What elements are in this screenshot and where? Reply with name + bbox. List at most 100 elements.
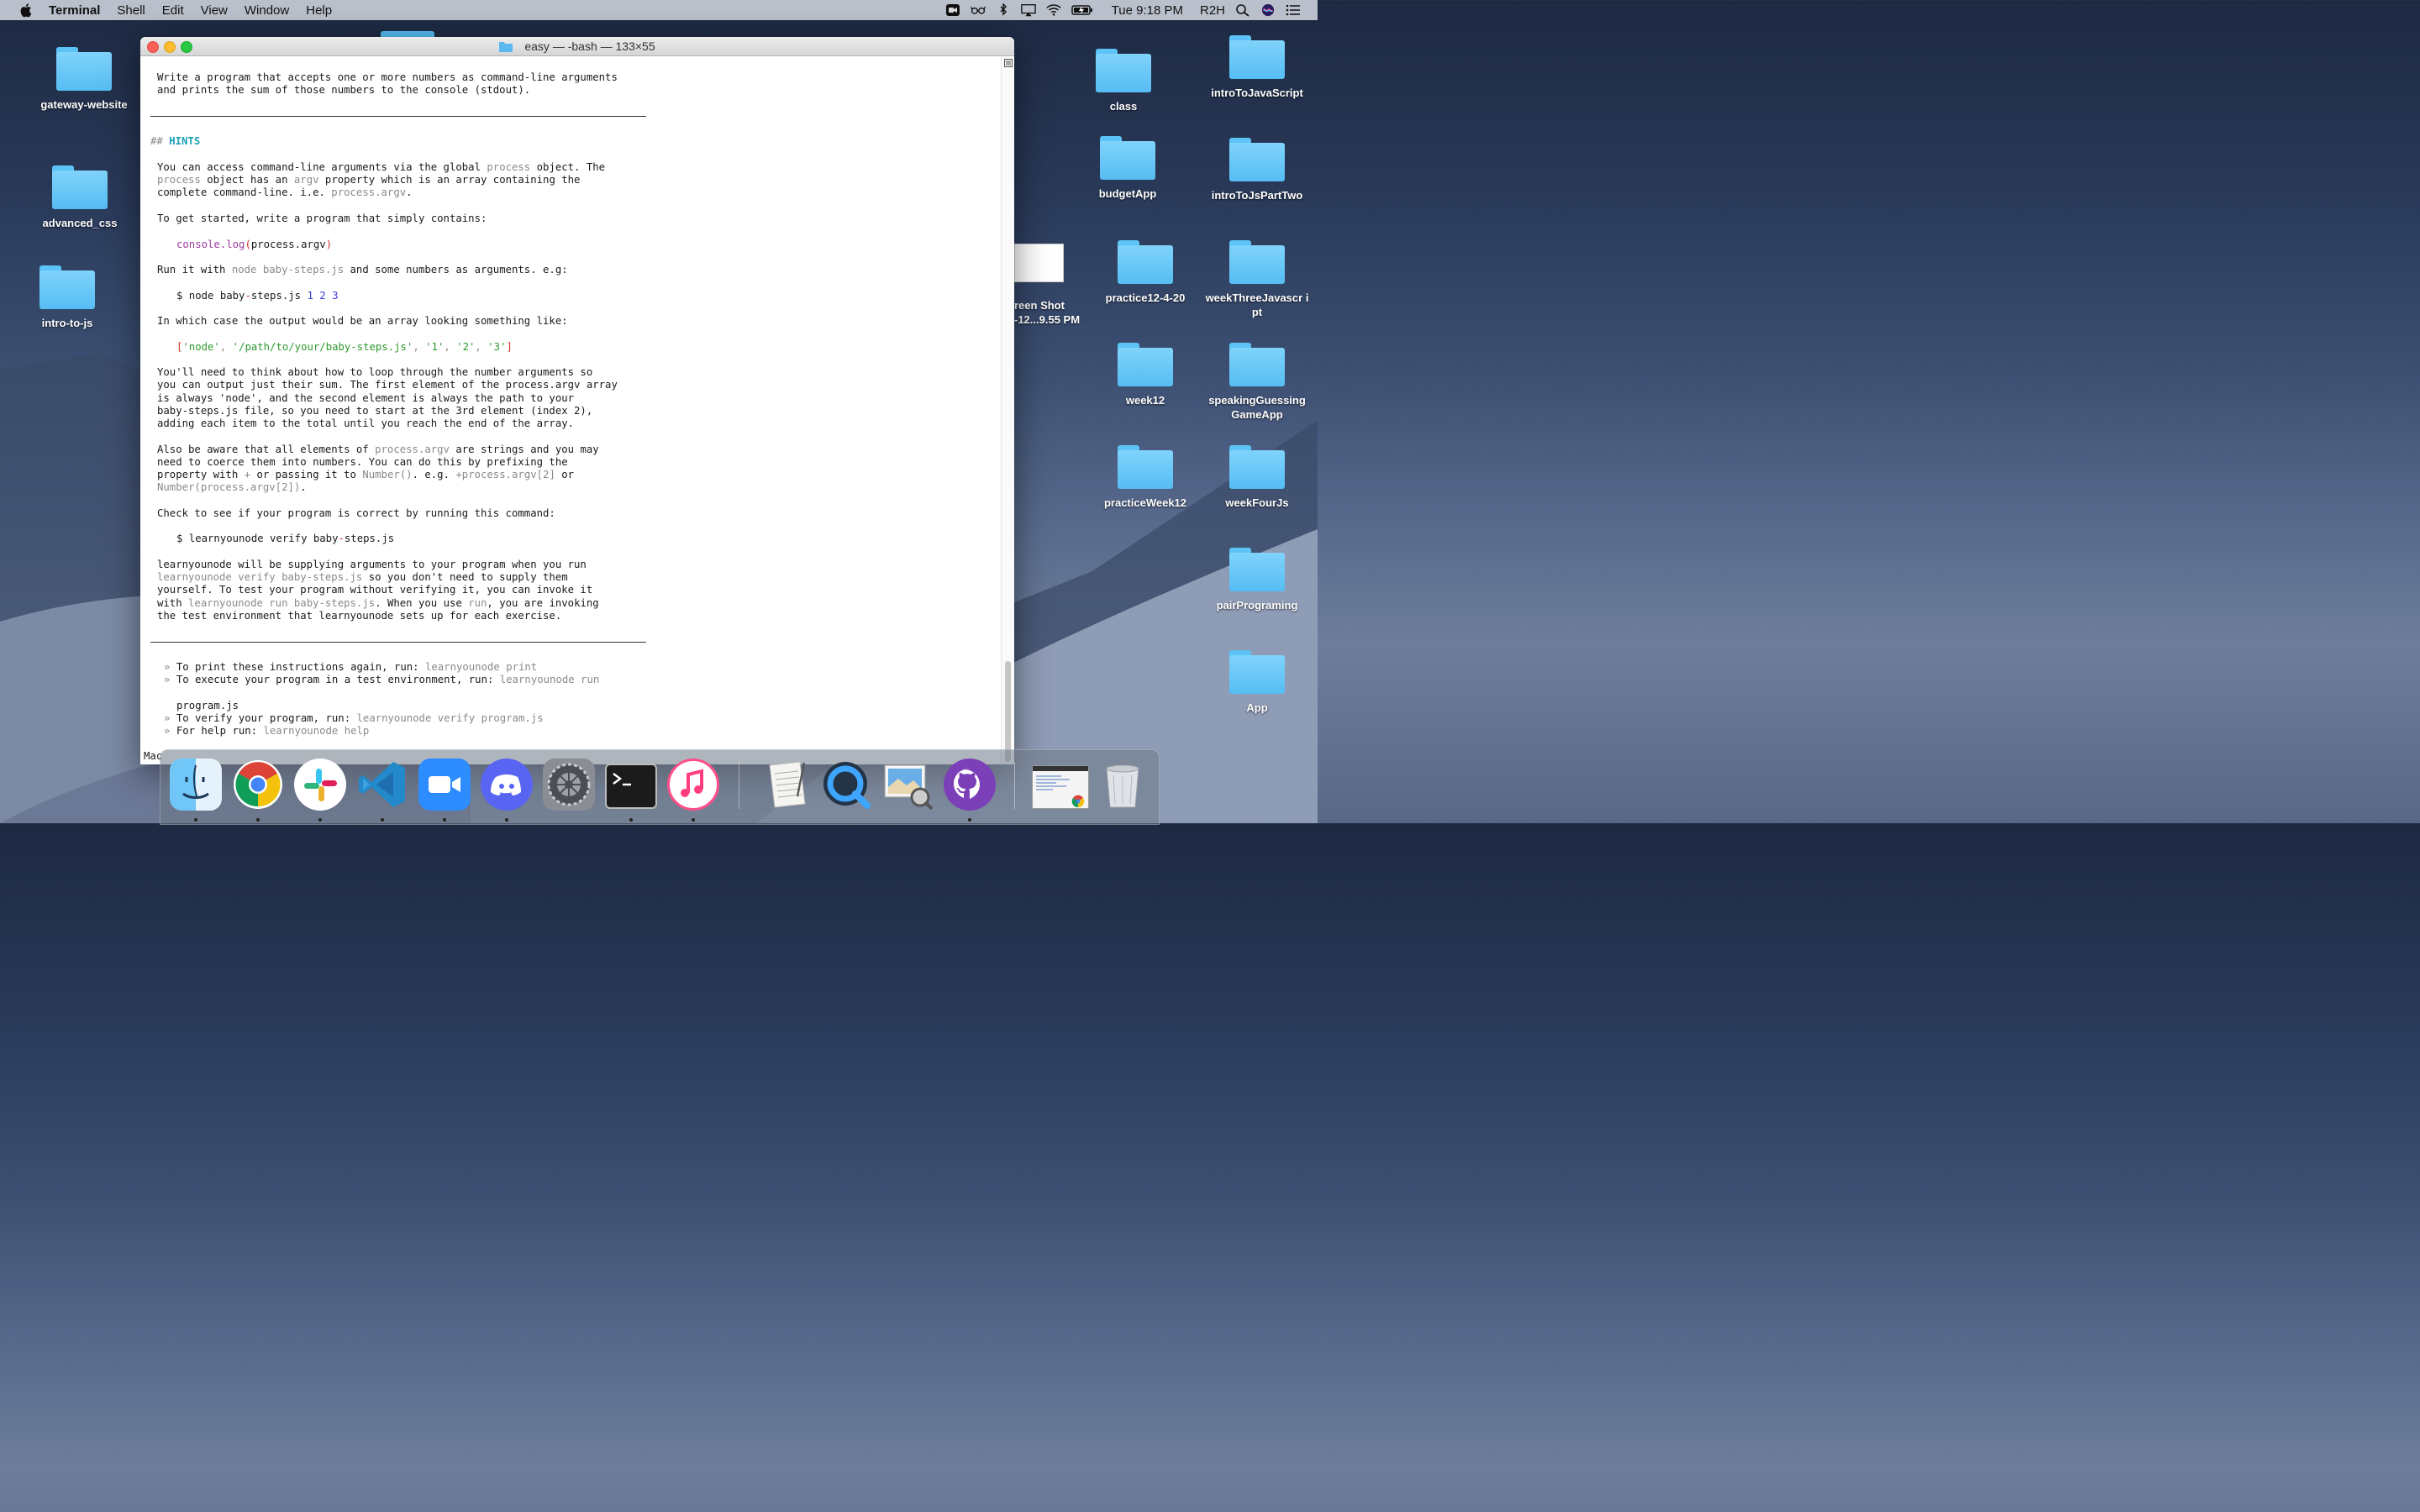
screenshot-thumbnail-icon[interactable] — [1014, 244, 1064, 282]
terminal-line: the test environment that learnyounode s… — [157, 610, 562, 622]
textedit-icon[interactable] — [761, 759, 813, 811]
terminal-output[interactable]: Write a program that accepts one or more… — [140, 56, 1002, 764]
menu-bar: Terminal Shell Edit View Window Help Tue… — [0, 0, 1318, 20]
menu-window[interactable]: Window — [236, 3, 297, 18]
desktop-folder-practiceweek12[interactable]: practiceWeek12 — [1091, 445, 1200, 510]
split-pane-icon[interactable] — [1004, 59, 1013, 67]
desktop-folder-week12[interactable]: week12 — [1091, 343, 1200, 407]
folder-label: weekThreeJavascr ipt — [1205, 291, 1309, 318]
folder-icon — [1229, 35, 1285, 79]
dock — [160, 749, 1160, 825]
footer-line: program.js — [176, 700, 239, 711]
code-line: $ learnyounode verify baby-steps.js — [176, 533, 395, 544]
siri-icon[interactable] — [1260, 3, 1276, 17]
terminal-line: Check to see if your program is correct … — [157, 507, 555, 519]
window-title: easy — -bash — 133×55 — [524, 39, 655, 53]
system-preferences-icon[interactable] — [543, 759, 595, 811]
menu-edit[interactable]: Edit — [154, 3, 192, 18]
running-indicator — [692, 818, 695, 822]
discord-icon[interactable] — [481, 759, 533, 811]
vscode-icon[interactable] — [356, 759, 408, 811]
desktop-folder-budgetapp[interactable]: budgetApp — [1073, 136, 1182, 201]
terminal-line: process object has an argv property whic… — [157, 174, 581, 186]
slack-icon[interactable] — [294, 759, 346, 811]
notification-center-icon[interactable] — [1286, 3, 1301, 17]
desktop-folder-pairprograming[interactable]: pairPrograming — [1202, 548, 1312, 612]
desktop-folder-introtojavascript[interactable]: introToJavaScript — [1202, 35, 1312, 100]
battery-icon[interactable] — [1071, 3, 1093, 17]
terminal-line: Number(process.argv[2]). — [157, 481, 307, 493]
github-desktop-icon[interactable] — [944, 759, 996, 811]
terminal-line: complete command-line. i.e. process.argv… — [157, 186, 413, 198]
trash-icon[interactable] — [1097, 759, 1149, 811]
itunes-icon[interactable] — [667, 759, 719, 811]
footer-line: » To execute your program in a test envi… — [164, 674, 600, 685]
footer-line: » For help run: learnyounode help — [164, 725, 370, 737]
terminal-line: learnyounode verify baby-steps.js so you… — [157, 571, 568, 583]
folder-icon — [1118, 343, 1173, 386]
wifi-icon[interactable] — [1046, 3, 1061, 17]
glasses-icon[interactable] — [970, 3, 986, 17]
zoom-status-icon[interactable] — [945, 3, 960, 17]
minimize-button[interactable] — [164, 41, 176, 53]
airplay-icon[interactable] — [1020, 3, 1036, 17]
running-indicator — [256, 818, 260, 822]
folder-icon — [1100, 136, 1155, 180]
chrome-icon[interactable] — [232, 759, 284, 811]
terminal-line: Also be aware that all elements of proce… — [157, 444, 599, 455]
menu-app-name[interactable]: Terminal — [40, 3, 108, 18]
menu-help[interactable]: Help — [297, 3, 340, 18]
folder-label: week12 — [1125, 394, 1165, 407]
quicktime-icon[interactable] — [820, 759, 872, 811]
desktop-folder-introtojsparttwo[interactable]: introToJsPartTwo — [1202, 138, 1312, 202]
terminal-window[interactable]: easy — -bash — 133×55 Write a program th… — [140, 37, 1014, 764]
terminal-line: baby-steps.js file, so you need to start… — [157, 405, 593, 417]
finder-icon[interactable] — [170, 759, 222, 811]
terminal-line: Run it with node baby-steps.js and some … — [157, 264, 568, 276]
folder-icon — [1229, 548, 1285, 591]
terminal-line: yourself. To test your program without v… — [157, 584, 593, 596]
folder-label: gateway-website — [40, 98, 128, 111]
running-indicator — [194, 818, 197, 822]
terminal-line: In which case the output would be an arr… — [157, 315, 568, 327]
terminal-icon[interactable] — [605, 764, 657, 809]
folder-icon — [1229, 138, 1285, 181]
desktop-folder-speakingguessinggameapp[interactable]: speakingGuessing GameApp — [1202, 343, 1312, 422]
clock[interactable]: Tue 9:18 PM — [1112, 3, 1183, 18]
desktop-folder-weekthreejavascript[interactable]: weekThreeJavascr ipt — [1202, 240, 1312, 319]
window-titlebar[interactable]: easy — -bash — 133×55 — [140, 37, 1014, 56]
running-indicator — [318, 818, 322, 822]
scrollbar[interactable] — [1001, 56, 1014, 764]
desktop-folder-advanced-css[interactable]: advanced_css — [25, 165, 134, 230]
terminal-line: you can output just their sum. The first… — [157, 379, 618, 391]
zoom-icon[interactable] — [418, 759, 471, 811]
divider — [150, 116, 646, 117]
screenshot-file-label[interactable]: reen Shot -12...9.55 PM — [1014, 298, 1098, 327]
desktop-folder-app[interactable]: App — [1202, 650, 1312, 715]
folder-label: introToJsPartTwo — [1211, 189, 1303, 202]
bluetooth-icon[interactable] — [996, 3, 1011, 17]
terminal-line: You can access command-line arguments vi… — [157, 161, 606, 173]
desktop-folder-intro-to-js[interactable]: intro-to-js — [13, 265, 122, 330]
preview-icon[interactable] — [881, 759, 934, 811]
running-indicator — [629, 818, 633, 822]
folder-label: pairPrograming — [1216, 599, 1298, 612]
menu-shell[interactable]: Shell — [108, 3, 153, 18]
menu-extras: Tue 9:18 PM R2H — [945, 0, 1318, 20]
zoom-button[interactable] — [181, 41, 192, 53]
apple-icon[interactable] — [18, 3, 34, 18]
folder-icon — [1118, 445, 1173, 489]
minimized-window-icon[interactable] — [1032, 765, 1089, 809]
terminal-line: is always 'node', and the second element… — [157, 392, 575, 404]
menu-view[interactable]: View — [192, 3, 236, 18]
desktop-folder-weekfourjs[interactable]: weekFourJs — [1202, 445, 1312, 510]
close-button[interactable] — [147, 41, 159, 53]
scrollbar-thumb[interactable] — [1005, 661, 1011, 762]
folder-icon — [1229, 343, 1285, 386]
desktop-folder-practice12-4-20[interactable]: practice12-4-20 — [1091, 240, 1200, 305]
desktop-folder-class[interactable]: class — [1069, 49, 1178, 113]
desktop-folder-gateway-website[interactable]: gateway-website — [29, 47, 139, 112]
search-icon[interactable] — [1235, 3, 1250, 17]
terminal-line: Write a program that accepts one or more… — [157, 71, 618, 83]
user-name[interactable]: R2H — [1200, 3, 1225, 18]
